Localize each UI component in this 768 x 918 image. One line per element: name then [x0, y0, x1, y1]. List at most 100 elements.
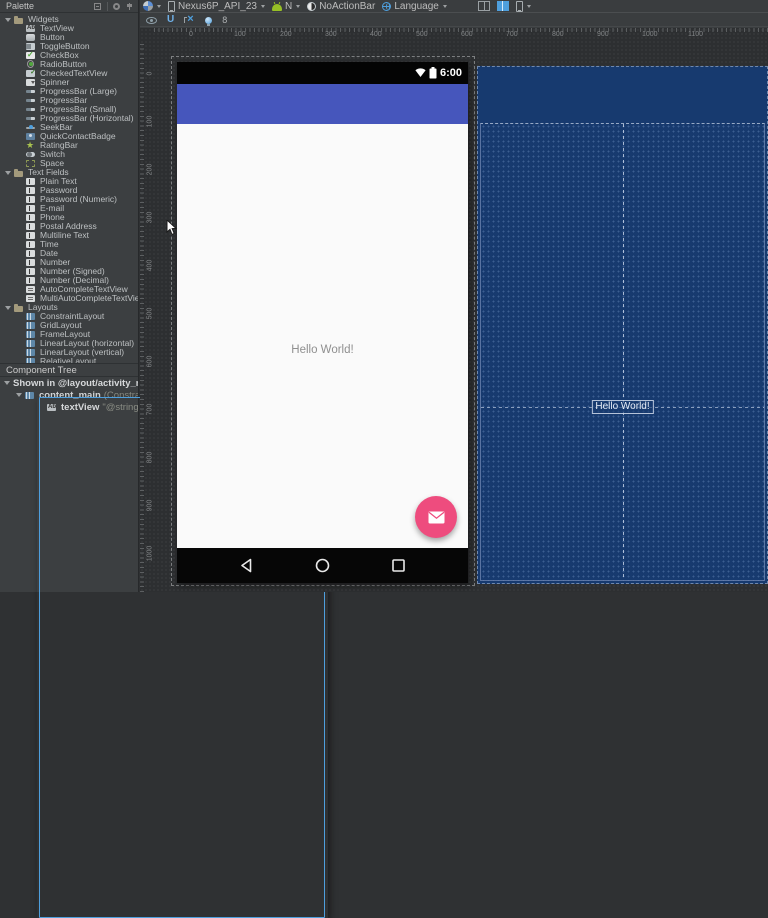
collapse-all-icon[interactable]: [93, 2, 102, 11]
device-name: Nexus6P_API_23: [178, 1, 257, 12]
palette-section-text-fields[interactable]: Text Fields: [0, 168, 138, 177]
blueprint-view-phone[interactable]: Hello World!: [477, 66, 768, 584]
ruler-tick-label: 800: [552, 31, 564, 38]
default-margin-button[interactable]: 8: [222, 15, 227, 25]
palette-item[interactable]: Number: [0, 258, 138, 267]
palette-item-label: ToggleButton: [40, 42, 90, 51]
palette-item[interactable]: ToggleButton: [0, 42, 138, 51]
widget-icon: [26, 114, 36, 123]
device-phone-icon: [168, 1, 175, 12]
palette-item[interactable]: LinearLayout (vertical): [0, 348, 138, 357]
palette-item-label: SeekBar: [40, 123, 73, 132]
palette-item[interactable]: Button: [0, 33, 138, 42]
palette-item[interactable]: Date: [0, 249, 138, 258]
palette-item-label: RadioButton: [40, 60, 87, 69]
infer-constraints-button[interactable]: [205, 16, 212, 24]
language-selector-button[interactable]: Language: [382, 1, 447, 12]
palette-item[interactable]: MultiAutoCompleteTextView: [0, 294, 138, 303]
android-icon: [272, 4, 282, 11]
component-tree-panel: Component Tree Shown in @layout/activity…: [0, 363, 138, 413]
back-icon[interactable]: [239, 558, 254, 573]
palette-item[interactable]: CheckedTextView: [0, 69, 138, 78]
theme-name: NoActionBar: [319, 1, 375, 12]
fab-button[interactable]: [415, 496, 457, 538]
palette-item[interactable]: CheckBox: [0, 51, 138, 60]
palette-item-label: Number (Decimal): [40, 276, 109, 285]
design-view-phone[interactable]: 6:00 Hello World!: [177, 62, 468, 583]
chevron-down-icon[interactable]: [4, 381, 10, 385]
palette-item[interactable]: Phone: [0, 213, 138, 222]
palette-item[interactable]: GridLayout: [0, 321, 138, 330]
ruler-tick-label: 400: [147, 258, 154, 274]
device-selector-button[interactable]: Nexus6P_API_23: [168, 1, 265, 12]
palette-tree: Widgets TextView Button: [0, 15, 138, 366]
design-mode-button[interactable]: [478, 1, 490, 11]
gear-icon[interactable]: [112, 2, 121, 11]
clear-constraints-button[interactable]: [184, 15, 195, 25]
chevron-down-icon: [527, 5, 531, 8]
chevron-down-icon[interactable]: [5, 171, 11, 175]
palette-item[interactable]: ProgressBar (Horizontal): [0, 114, 138, 123]
palette-item[interactable]: Postal Address: [0, 222, 138, 231]
recents-icon[interactable]: [391, 558, 406, 573]
palette-item[interactable]: Plain Text: [0, 177, 138, 186]
layout-icon: [26, 330, 36, 339]
chevron-down-icon[interactable]: [5, 18, 11, 22]
palette-item-label: Multiline Text: [40, 231, 89, 240]
palette-item-label: LinearLayout (vertical): [40, 348, 124, 357]
ruler-tick-label: 1000: [147, 546, 154, 562]
content-area[interactable]: Hello World!: [177, 124, 468, 548]
component-tree-row[interactable]: Shown in @layout/activity_main: [0, 377, 138, 389]
palette-item-label: Button: [40, 33, 65, 42]
palette-section-label: Widgets: [28, 15, 59, 24]
surface-selector-button[interactable]: [143, 1, 161, 11]
palette-item[interactable]: Switch: [0, 150, 138, 159]
widget-icon: [26, 150, 36, 159]
autoconnect-button[interactable]: U: [167, 15, 174, 25]
palette-item[interactable]: RadioButton: [0, 60, 138, 69]
chevron-down-icon[interactable]: [16, 393, 22, 397]
palette-item[interactable]: Space: [0, 159, 138, 168]
text-field-icon: [26, 276, 36, 285]
chevron-down-icon[interactable]: [5, 306, 11, 310]
palette-item[interactable]: Number (Decimal): [0, 276, 138, 285]
orientation-button[interactable]: [516, 1, 531, 12]
palette-item[interactable]: E-mail: [0, 204, 138, 213]
home-icon[interactable]: [315, 558, 330, 573]
palette-item[interactable]: ProgressBar: [0, 96, 138, 105]
component-label: Shown in @layout/activity_main: [13, 378, 138, 389]
palette-item[interactable]: AutoCompleteTextView: [0, 285, 138, 294]
theme-selector-button[interactable]: NoActionBar: [307, 1, 375, 12]
lightbulb-icon: [205, 17, 212, 24]
palette-item[interactable]: RatingBar: [0, 141, 138, 150]
palette-item[interactable]: Spinner: [0, 78, 138, 87]
palette-item[interactable]: QuickContactBadge: [0, 132, 138, 141]
palette-item[interactable]: LinearLayout (horizontal): [0, 339, 138, 348]
palette-item[interactable]: SeekBar: [0, 123, 138, 132]
palette-item[interactable]: TextView: [0, 24, 138, 33]
palette-item[interactable]: ProgressBar (Small): [0, 105, 138, 114]
palette-item[interactable]: Password (Numeric): [0, 195, 138, 204]
palette-item[interactable]: FrameLayout: [0, 330, 138, 339]
palette-item[interactable]: ConstraintLayout: [0, 312, 138, 321]
show-constraints-button[interactable]: [146, 15, 157, 24]
pin-icon[interactable]: [125, 2, 134, 11]
palette-item-label: Plain Text: [40, 177, 77, 186]
blueprint-mode-button[interactable]: [497, 1, 509, 11]
palette-item[interactable]: Time: [0, 240, 138, 249]
chevron-down-icon: [261, 5, 265, 8]
palette-item[interactable]: Number (Signed): [0, 267, 138, 276]
palette-item[interactable]: ProgressBar (Large): [0, 87, 138, 96]
api-version-button[interactable]: N: [272, 1, 300, 12]
blueprint-content[interactable]: Hello World!: [480, 123, 765, 581]
palette-item-label: RatingBar: [40, 141, 78, 150]
palette-item[interactable]: Multiline Text: [0, 231, 138, 240]
palette-section-layouts[interactable]: Layouts: [0, 303, 138, 312]
palette-item[interactable]: Password: [0, 186, 138, 195]
design-canvas[interactable]: 010020030040050060070080090010001100 010…: [140, 28, 768, 592]
app-bar[interactable]: [177, 84, 468, 124]
blueprint-hello-world-textview[interactable]: Hello World!: [591, 400, 653, 414]
widget-icon: [26, 132, 36, 141]
hello-world-textview[interactable]: Hello World!: [177, 343, 468, 357]
palette-section-widgets[interactable]: Widgets: [0, 15, 138, 24]
